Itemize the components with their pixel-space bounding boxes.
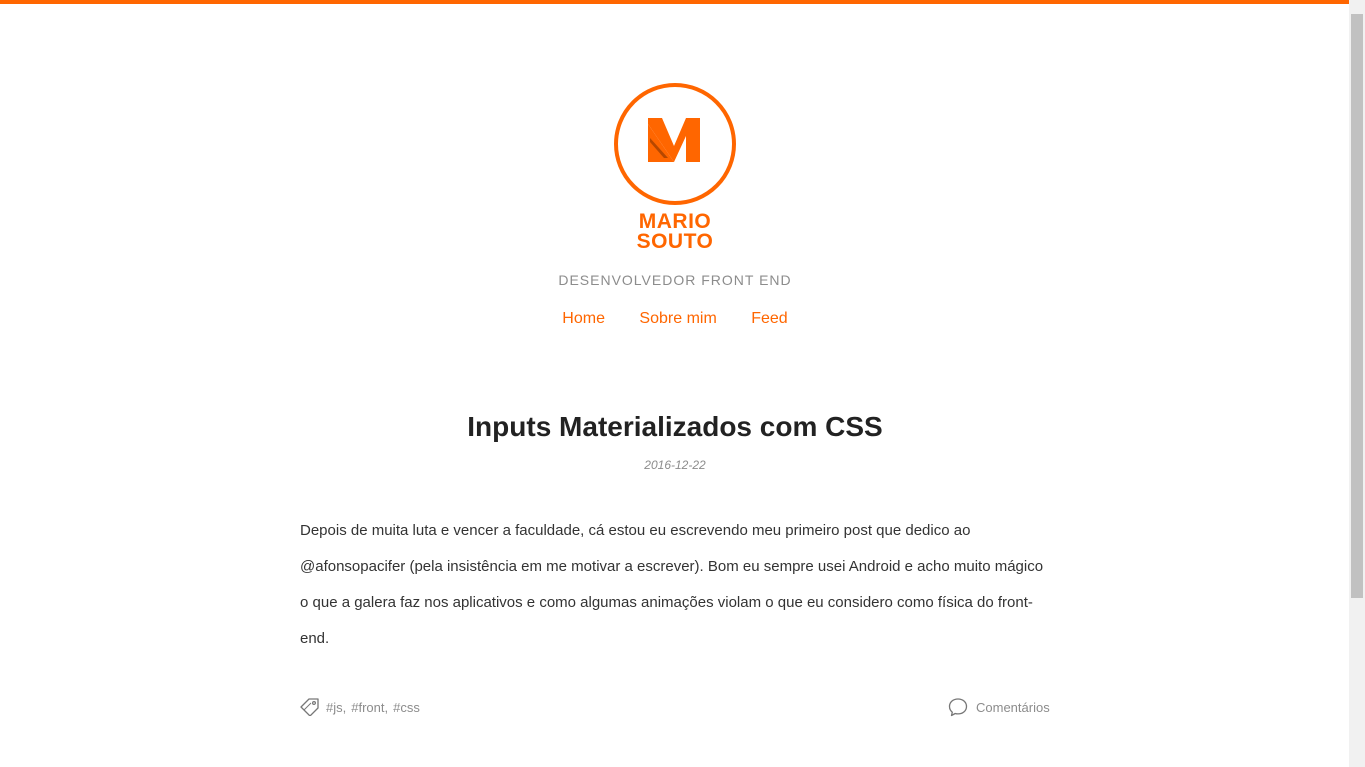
logo-text: MARIO SOUTO [575,210,775,253]
logo-text-first-name: MARIO [638,210,712,233]
main-nav: Home Sobre mim Feed [475,310,875,328]
nav-home-link[interactable]: Home [562,310,605,327]
m-logo-icon [648,118,700,162]
tag-icon [300,698,319,716]
nav-feed-link[interactable]: Feed [751,310,787,327]
scrollbar-thumb[interactable] [1351,14,1363,598]
tag-separator: , [342,699,347,715]
vertical-scrollbar[interactable] [1349,0,1365,767]
speech-bubble-icon [948,698,968,717]
post-tags: #js, #front, #css [300,698,420,716]
nav-about-link[interactable]: Sobre mim [639,310,716,327]
tag-separator: , [384,699,389,715]
post-title[interactable]: Inputs Materializados com CSS [375,411,975,443]
top-accent-bar [0,0,1349,4]
page: MARIO SOUTO DESENVOLVEDOR FRONT END Home… [0,0,1349,767]
comments-label: Comentários [976,699,1050,715]
comments-link[interactable]: Comentários [948,697,1052,717]
post-date: 2016-12-22 [644,458,706,472]
tag-link-js[interactable]: #js [326,700,343,715]
post-excerpt: Depois de muita luta e vencer a faculdad… [300,522,1044,647]
tag-link-front[interactable]: #front [351,700,384,715]
site-subtitle: DESENVOLVEDOR FRONT END [558,272,792,288]
tag-link-css[interactable]: #css [393,700,420,715]
post-title-link[interactable]: Inputs Materializados com CSS [467,411,882,442]
logo-text-last-name: SOUTO [636,230,714,253]
